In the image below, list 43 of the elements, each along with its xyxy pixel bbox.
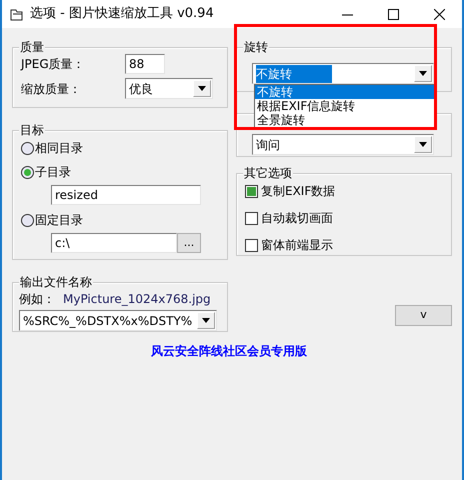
caret-icon <box>419 71 427 76</box>
checkbox[interactable] <box>245 184 258 198</box>
dropdown[interactable]: 优良 <box>125 78 213 99</box>
dropdown[interactable]: 询问 <box>252 134 434 155</box>
field-label: JPEG质量： <box>21 56 86 73</box>
radio-button[interactable] <box>21 142 34 154</box>
radio-label[interactable]: 相同目录 <box>35 139 83 157</box>
checkbox[interactable] <box>245 212 258 224</box>
caret-icon <box>198 86 206 91</box>
group-title: 旋转 <box>243 39 269 55</box>
dropdown[interactable]: 不旋转 <box>252 63 434 84</box>
number-field[interactable]: 88 <box>125 54 165 74</box>
window-icon <box>10 8 24 21</box>
checkbox-label[interactable]: 复制EXIF数据 <box>261 182 336 200</box>
field-label: 缩放质量： <box>21 80 82 98</box>
close-icon <box>434 8 444 20</box>
text-field[interactable]: c:\ <box>51 233 177 253</box>
caret-icon <box>202 318 210 323</box>
radio-button[interactable] <box>21 214 34 226</box>
checkbox[interactable] <box>245 238 258 252</box>
dropdown-option[interactable]: 全景旋转 <box>255 113 434 127</box>
group-title: 输出文件名称 <box>19 274 93 290</box>
radio-dot-icon <box>24 168 31 176</box>
dropdown-option[interactable]: 根据EXIF信息旋转 <box>255 99 434 113</box>
example-text: MyPicture_1024x768.jpg <box>63 291 211 308</box>
checkbox-label[interactable]: 窗体前端显示 <box>261 236 333 254</box>
group-title: 质量 <box>19 39 45 55</box>
dropdown[interactable]: %SRC%_%DSTX%x%DSTY% <box>19 310 217 331</box>
text-field[interactable]: resized <box>51 185 201 205</box>
radio-button[interactable] <box>21 166 34 178</box>
group-title: 目标 <box>19 122 45 138</box>
caret-icon <box>419 142 427 147</box>
radio-label[interactable]: 固定目录 <box>35 211 83 229</box>
group-title: 其它选项 <box>243 165 293 181</box>
example-label: 例如： <box>19 291 55 308</box>
browse-button[interactable]: ... <box>177 233 201 253</box>
radio-label[interactable]: 子目录 <box>35 163 71 181</box>
dropdown-option[interactable]: 不旋转 <box>255 85 434 99</box>
maximize-icon <box>388 8 398 20</box>
footer-text: 风云安全阵线社区会员专用版 <box>150 343 308 360</box>
checkbox-label[interactable]: 自动裁切画面 <box>261 209 333 227</box>
expand-button[interactable]: v <box>395 305 452 326</box>
window-title: 选项 - 图片快速缩放工具 v0.94 <box>30 5 215 24</box>
